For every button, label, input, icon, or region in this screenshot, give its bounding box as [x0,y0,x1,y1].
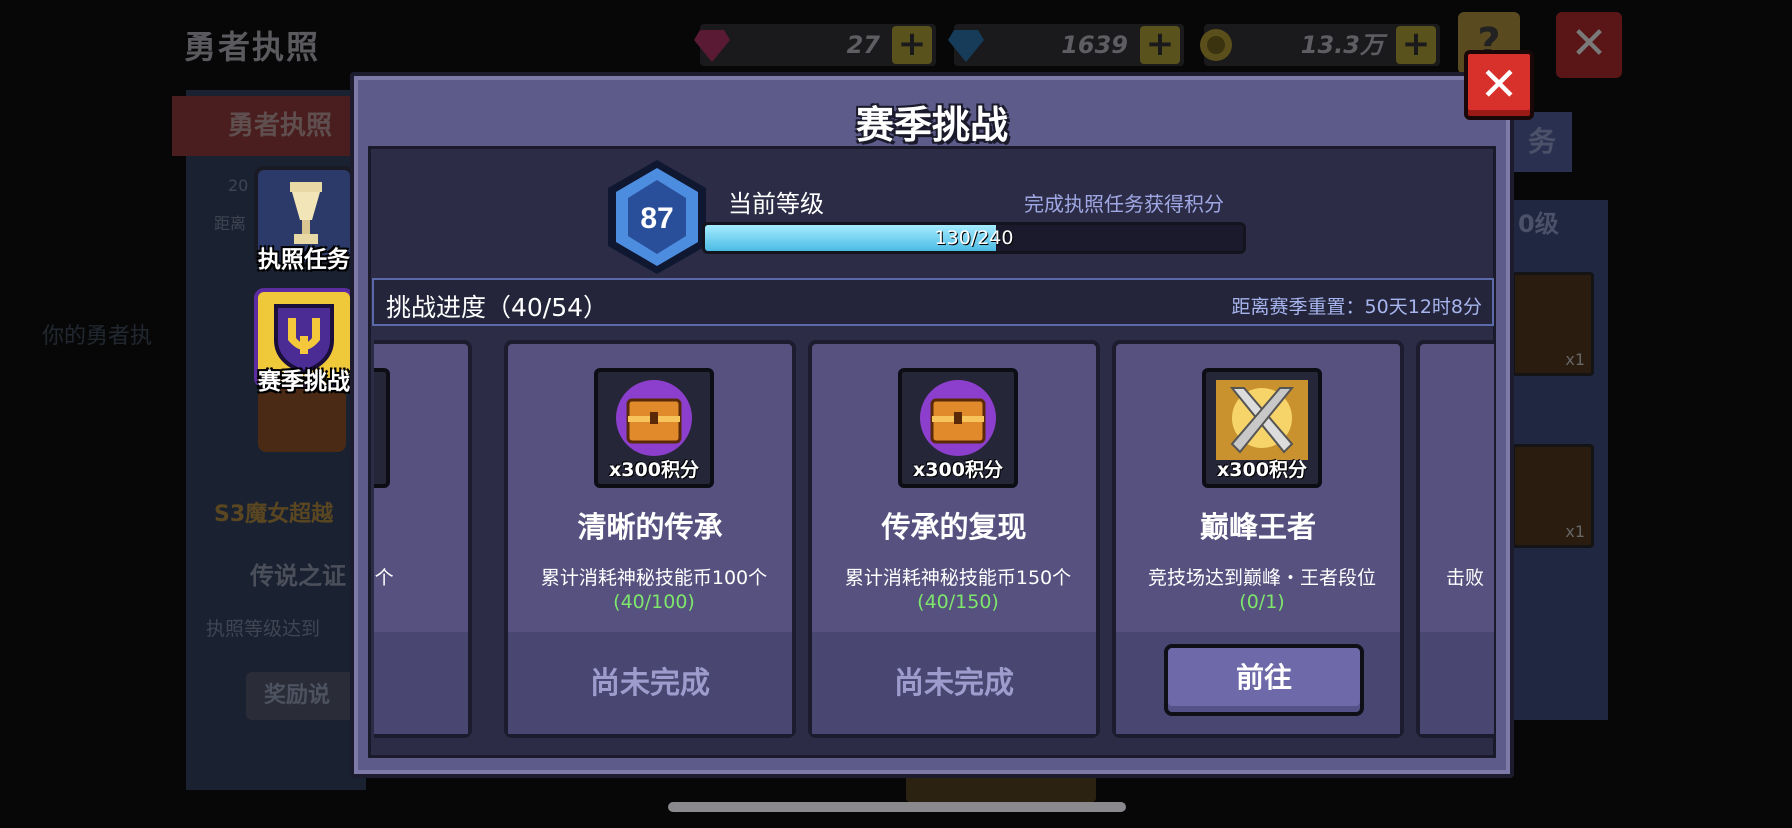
season-reset-timer: 距离赛季重置：50天12时8分 [1231,296,1482,318]
background-reward-slot: x1 [1512,272,1594,376]
go-button[interactable]: 前往 [1164,644,1364,716]
background-title: 勇者执照 [184,28,321,66]
card-description: 能币50个 ) [374,566,466,614]
reward-icon-frame: x300积分 [594,368,714,488]
season-name-text: S3魔女超越 [214,502,334,527]
red-gem-plus-button[interactable]: + [892,26,932,64]
card-status: 尚未完成 [894,666,1014,701]
card-name: 传承的复现 [881,510,1027,544]
card-description-text: 累计消耗神秘技能币100个 [540,567,768,589]
dialog-title: 赛季挑战 [855,103,1008,147]
current-level-label: 当前等级 [728,190,824,218]
reward-icon-frame: x300积分 [898,368,1018,488]
red-gem-icon [694,30,730,62]
challenge-card[interactable]: x300积分 传承的复现 累计消耗神秘技能币150个 (40/150) 尚未完成 [808,340,1100,738]
card-description: 累计消耗神秘技能币100个 (40/100) [518,566,790,614]
reward-icon-frame: x300积分 [1202,368,1322,488]
background-chest [258,388,346,452]
card-name: 巅峰王者 [1199,510,1316,544]
card-footer [1420,632,1494,734]
tab-season-challenge-label: 赛季挑战 [258,369,350,395]
card-description-text: 能币50个 [374,567,394,589]
card-description: 累计消耗神秘技能币150个 (40/150) [822,566,1094,614]
level-badge: 87 [608,160,706,274]
card-progress-count: (0/1) [1239,591,1285,613]
blue-gem-icon [948,30,984,62]
gold-coin-plus-button[interactable]: + [1396,26,1436,64]
challenge-progress-label: 挑战进度（40/54） [386,293,609,322]
challenge-card[interactable]: x300积分 巅峰王者 竞技场达到巅峰・王者段位 (0/1) 前往 [1112,340,1404,738]
purple-chest-icon [920,380,996,456]
card-points: 分 [374,455,386,482]
xp-progress-text: 130/240 [934,227,1014,249]
card-name: 清晰的传承 [577,510,723,544]
card-description: 击败 [1446,566,1494,590]
challenge-card[interactable]: x300积分 清晰的传承 累计消耗神秘技能币100个 (40/100) 尚未完成 [504,340,796,738]
close-button[interactable]: ✕ [1464,50,1534,120]
gold-coin-icon [1200,29,1232,61]
xp-progress-bar: 130/240 [702,222,1246,254]
level-value: 87 [640,202,673,235]
red-gem-value: 27 [846,31,880,59]
card-description-text: 竞技场达到巅峰・王者段位 [1147,567,1376,589]
card-points: x300积分 [1217,459,1307,481]
red-gem-counter: 27 + [694,24,936,66]
purple-chest-icon [374,378,378,462]
reward-qty: x1 [1565,522,1585,541]
crossed-swords-icon [1216,380,1308,460]
home-indicator[interactable] [668,802,1126,812]
level-hint: 完成执照任务获得积分 [1024,192,1224,216]
blue-gem-plus-button[interactable]: + [1140,26,1180,64]
challenge-card[interactable]: 击败 [1416,340,1494,738]
blue-gem-value: 1639 [1061,31,1128,59]
background-right-tab: 务 [1512,112,1572,172]
card-points: x300积分 [609,459,699,481]
background-small-text: 20 [228,176,249,195]
background-right-level: 0级 [1518,210,1559,238]
legend-proof-text: 传说之证 [250,562,346,590]
background-reward-slot: x1 [1512,444,1594,548]
challenge-progress-bar: 挑战进度（40/54） 距离赛季重置：50天12时8分 [372,278,1494,326]
card-description-text: 累计消耗神秘技能币150个 [844,567,1072,589]
card-status: 尚未完成 [590,666,710,701]
background-faded-text: 你的勇者执 [42,324,153,349]
blue-gem-counter: 1639 + [948,24,1184,66]
game-screen: 勇者执照 27 + 1639 + 13.3万 + ? ✕ 勇者执照 20 距离 … [0,0,1792,828]
reward-qty: x1 [1565,350,1585,369]
gold-coin-value: 13.3万 [1300,31,1384,59]
card-points: x300积分 [913,459,1003,481]
card-status: 完成 [374,658,468,702]
tab-license-tasks-label: 执照任务 [258,247,350,273]
reward-icon-frame: 分 [374,368,390,488]
background-banner: 勇者执照 [172,96,362,156]
card-progress-count: (40/150) [917,591,999,613]
background-close-button[interactable]: ✕ [1556,12,1622,78]
card-progress-count: (40/100) [613,591,695,613]
level-requirement-text: 执照等级达到 [206,618,321,640]
background-small-text: 距离 [214,214,247,233]
card-name: 传承 [374,504,468,546]
card-description: 竞技场达到巅峰・王者段位 (0/1) [1126,566,1398,614]
gold-coin-counter: 13.3万 + [1200,24,1440,66]
reward-button[interactable]: 奖励说 [246,672,366,720]
card-description-text: 击败 [1446,567,1485,589]
challenge-card-list[interactable]: 分 传承 能币50个 ) 完成 x300积分 清晰的传承 累计消耗神秘技能币10… [374,336,1494,740]
purple-chest-icon [616,380,692,456]
challenge-card[interactable]: 分 传承 能币50个 ) 完成 [374,340,472,738]
